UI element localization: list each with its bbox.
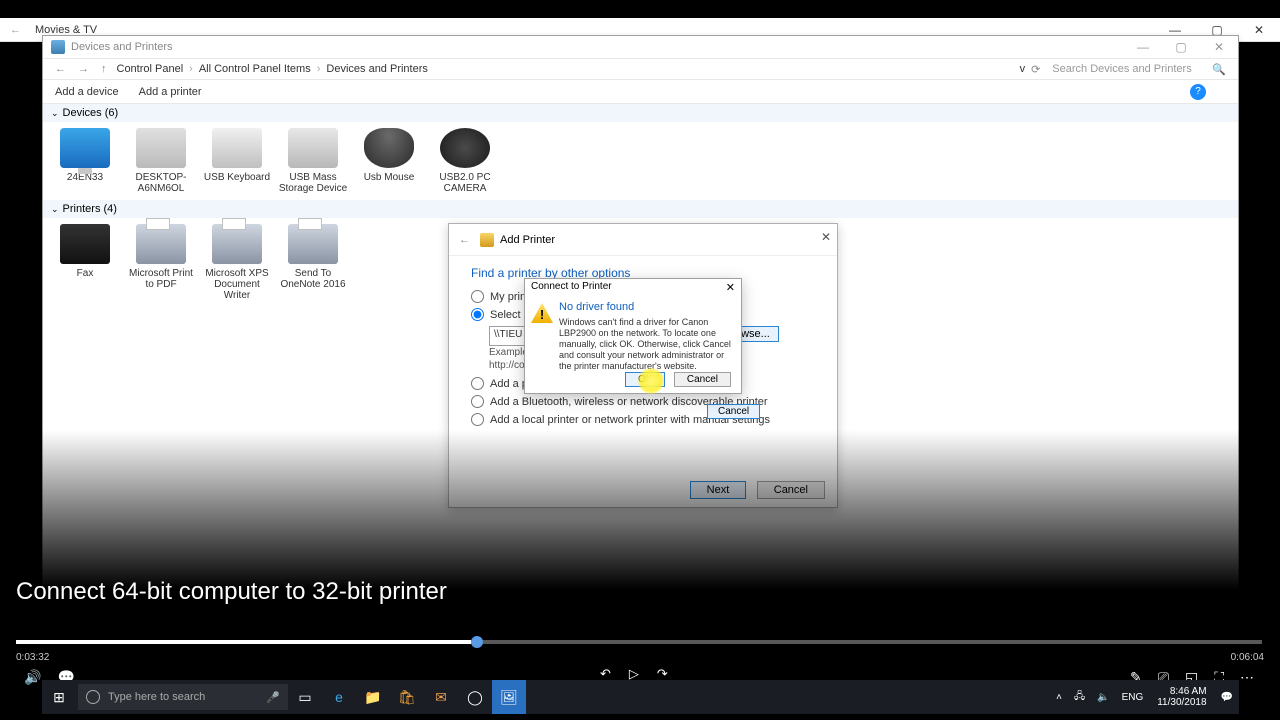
item-label: Fax <box>49 268 121 279</box>
device-item[interactable]: Send To OneNote 2016 <box>277 224 349 301</box>
sub-cancel-button[interactable]: Cancel <box>674 372 731 387</box>
app-title: Movies & TV <box>31 24 97 36</box>
devices-section-header[interactable]: ⌄Devices (6) <box>43 104 1238 122</box>
sub-message: Windows can't find a driver for Canon LB… <box>559 317 733 372</box>
sound-icon[interactable]: 🔈 <box>1091 692 1115 703</box>
photos-icon[interactable]: 🖼 <box>492 680 526 714</box>
ex-max-button[interactable]: ▢ <box>1162 40 1200 54</box>
progress-cancel-button[interactable]: Cancel <box>707 404 760 419</box>
scrub-knob[interactable] <box>471 636 483 648</box>
close-button[interactable]: ✕ <box>1238 23 1280 37</box>
device-item[interactable]: USB Keyboard <box>201 128 273 194</box>
taskbar-clock[interactable]: 8:46 AM11/30/2018 <box>1149 686 1214 708</box>
add-device-link[interactable]: Add a device <box>55 86 119 98</box>
cam-icon <box>440 128 490 168</box>
breadcrumb[interactable]: All Control Panel Items <box>195 63 315 75</box>
opt-local[interactable] <box>471 413 484 426</box>
nav-back-icon[interactable]: ← <box>49 63 72 75</box>
search-icon[interactable]: 🔍 <box>1206 63 1232 76</box>
printer-icon <box>288 224 338 264</box>
device-item[interactable]: Microsoft XPS Document Writer <box>201 224 273 301</box>
add-printer-link[interactable]: Add a printer <box>139 86 202 98</box>
video-scrubber[interactable] <box>16 640 1262 644</box>
cancel-button[interactable]: Cancel <box>757 481 825 499</box>
device-item[interactable]: USB Mass Storage Device <box>277 128 349 194</box>
opt-tcpip[interactable] <box>471 377 484 390</box>
time-duration: 0:06:04 <box>1231 652 1264 663</box>
ok-button[interactable]: OK <box>625 372 665 387</box>
store-icon[interactable]: 🛍 <box>390 680 424 714</box>
sub-close-button[interactable]: ✕ <box>726 281 735 295</box>
lang-indicator[interactable]: ENG <box>1116 692 1150 703</box>
item-label: Usb Mouse <box>353 172 425 183</box>
ex-min-button[interactable]: — <box>1124 40 1162 54</box>
printer-icon <box>212 224 262 264</box>
printer-icon <box>136 224 186 264</box>
item-label: DESKTOP-A6NM6OL <box>125 172 197 194</box>
refresh-icon[interactable]: ⟳ <box>1025 63 1046 76</box>
wiz-close-button[interactable]: ✕ <box>821 230 831 244</box>
printer-icon <box>480 233 494 247</box>
cortana-icon <box>86 690 100 704</box>
ex-close-button[interactable]: ✕ <box>1200 40 1238 54</box>
fax-icon <box>60 224 110 264</box>
windows-taskbar: ⊞ Type here to search🎤 ▭ e 📁 🛍 ✉ ◯ 🖼 ˄ 🖧… <box>42 680 1239 714</box>
file-explorer-icon[interactable]: 📁 <box>356 680 390 714</box>
item-label: Send To OneNote 2016 <box>277 268 349 290</box>
device-item[interactable]: Microsoft Print to PDF <box>125 224 197 301</box>
back-arrow-icon[interactable]: ← <box>0 24 31 36</box>
next-button[interactable]: Next <box>690 481 747 499</box>
mic-icon[interactable]: 🎤 <box>266 691 280 704</box>
network-icon[interactable]: 🖧 <box>1068 689 1091 706</box>
search-input[interactable]: Search Devices and Printers <box>1046 63 1206 75</box>
item-label: USB2.0 PC CAMERA <box>429 172 501 194</box>
address-bar: ←→↑ Control Panel› All Control Panel Ite… <box>43 58 1238 80</box>
printer-icon <box>51 40 65 54</box>
nav-up-icon[interactable]: ↑ <box>95 63 113 75</box>
breadcrumb[interactable]: Devices and Printers <box>322 63 432 75</box>
command-bar: Add a device Add a printer ? <box>43 80 1238 104</box>
taskbar-search[interactable]: Type here to search🎤 <box>78 684 288 710</box>
device-item[interactable]: DESKTOP-A6NM6OL <box>125 128 197 194</box>
opt-older[interactable] <box>471 290 484 303</box>
edge-icon[interactable]: e <box>322 680 356 714</box>
chrome-icon[interactable]: ◯ <box>458 680 492 714</box>
tower-icon <box>136 128 186 168</box>
tray-up-icon[interactable]: ˄ <box>1050 692 1068 703</box>
time-current: 0:03:32 <box>16 652 49 663</box>
wiz-back-icon[interactable]: ← <box>459 234 470 246</box>
sub-title: Connect to Printer <box>531 281 612 295</box>
item-label: Microsoft XPS Document Writer <box>201 268 273 301</box>
start-button[interactable]: ⊞ <box>42 680 76 714</box>
mail-icon[interactable]: ✉ <box>424 680 458 714</box>
nav-fwd-icon[interactable]: → <box>72 63 95 75</box>
task-view-icon[interactable]: ▭ <box>288 680 322 714</box>
breadcrumb[interactable]: Control Panel <box>113 63 188 75</box>
device-item[interactable]: Usb Mouse <box>353 128 425 194</box>
device-item[interactable]: 24EN33 <box>49 128 121 194</box>
item-label: USB Mass Storage Device <box>277 172 349 194</box>
explorer-titlebar: Devices and Printers — ▢ ✕ <box>43 36 1238 58</box>
action-center-icon[interactable]: 💬 <box>1215 692 1239 703</box>
usb-icon <box>288 128 338 168</box>
help-icon[interactable]: ? <box>1190 84 1206 100</box>
mouse-icon <box>364 128 414 168</box>
item-label: USB Keyboard <box>201 172 273 183</box>
status-bar: 10 items <box>42 636 1239 656</box>
connect-printer-dialog: Connect to Printer ✕ ! No driver found Wi… <box>524 278 742 394</box>
opt-shared[interactable] <box>471 308 484 321</box>
monitor-icon <box>60 128 110 168</box>
item-label: Microsoft Print to PDF <box>125 268 197 290</box>
warning-icon: ! <box>531 303 553 323</box>
device-item[interactable]: Fax <box>49 224 121 301</box>
printers-section-header[interactable]: ⌄Printers (4) <box>43 200 1238 218</box>
device-item[interactable]: USB2.0 PC CAMERA <box>429 128 501 194</box>
video-caption: Connect 64-bit computer to 32-bit printe… <box>16 578 447 606</box>
kbd-icon <box>212 128 262 168</box>
wiz-title: Add Printer <box>500 234 555 246</box>
opt-bt[interactable] <box>471 395 484 408</box>
sub-heading: No driver found <box>559 301 733 313</box>
window-title: Devices and Printers <box>71 41 173 53</box>
